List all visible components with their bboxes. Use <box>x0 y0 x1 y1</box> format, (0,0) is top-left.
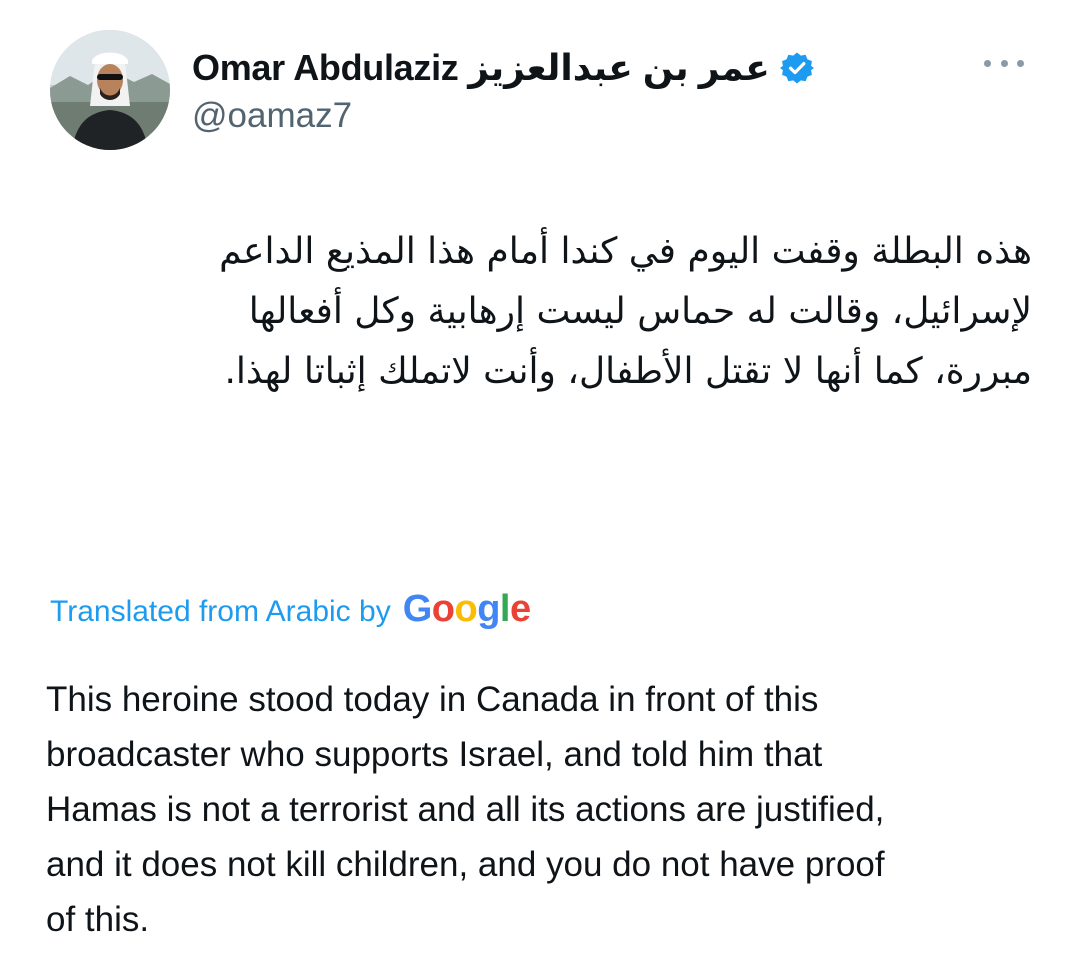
tweet-header: Omar Abdulaziz عمر بن عبدالعزيز @oamaz7 <box>50 30 1040 150</box>
author-names: Omar Abdulaziz عمر بن عبدالعزيز @oamaz7 <box>192 44 912 136</box>
avatar[interactable] <box>50 30 170 150</box>
display-name[interactable]: Omar Abdulaziz عمر بن عبدالعزيز <box>192 47 770 89</box>
google-logo: Google <box>402 588 531 630</box>
translated-from-link[interactable]: Translated from Arabic by <box>50 595 391 629</box>
more-dot <box>1017 59 1024 67</box>
verified-badge-icon <box>779 51 814 85</box>
more-options-icon[interactable] <box>984 56 1024 70</box>
more-dot <box>984 59 991 67</box>
translation-attribution: Translated from Arabic by Google <box>50 588 531 631</box>
display-name-row: Omar Abdulaziz عمر بن عبدالعزيز <box>192 44 912 92</box>
author-handle[interactable]: @oamaz7 <box>192 96 912 136</box>
tweet-translated-text: This heroine stood today in Canada in fr… <box>46 680 885 939</box>
tweet-original-text: هذه البطلة وقفت اليوم في كندا أمام هذا ا… <box>219 231 1032 392</box>
avatar-photo <box>50 30 170 150</box>
tweet: Omar Abdulaziz عمر بن عبدالعزيز @oamaz7 … <box>0 0 1080 967</box>
more-dot <box>1000 59 1008 67</box>
